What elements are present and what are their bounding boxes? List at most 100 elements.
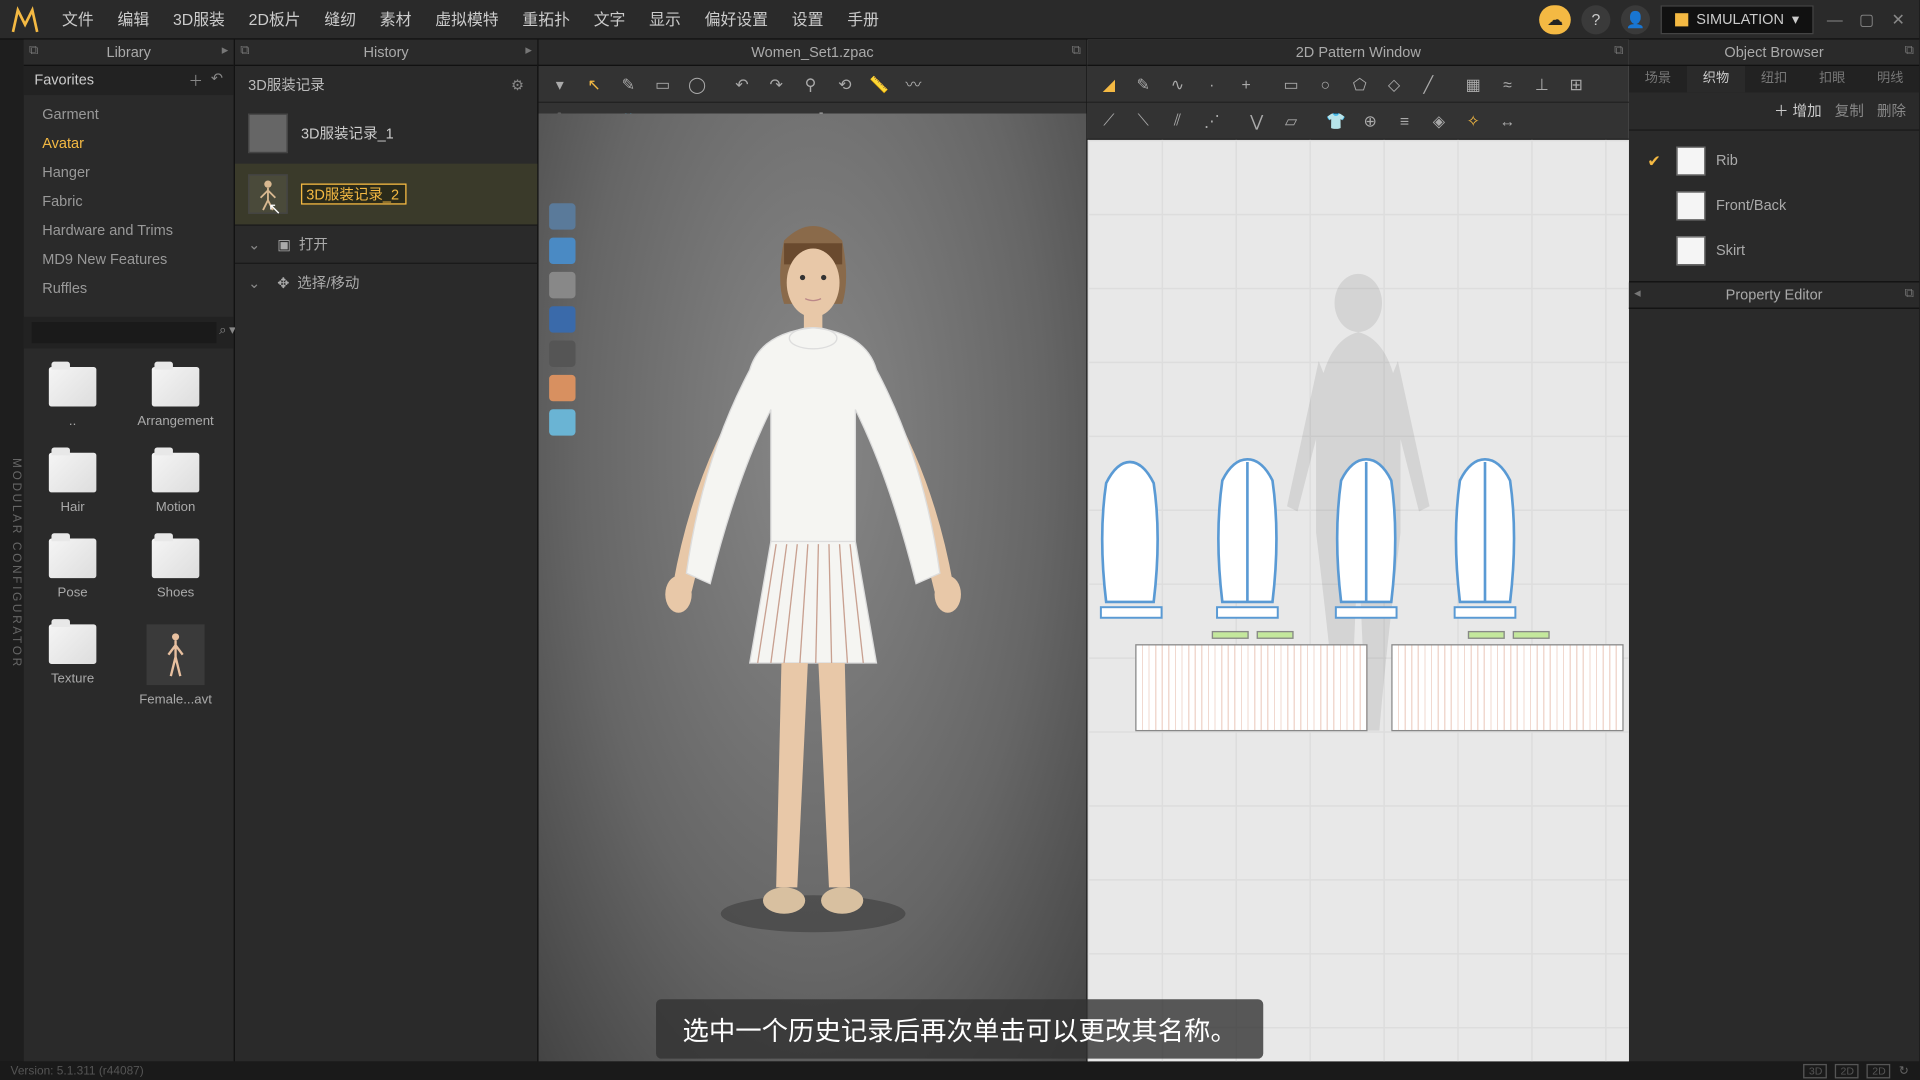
tool-2d-grading-icon[interactable]: ◈ <box>1423 105 1455 137</box>
dropdown-icon[interactable]: ▸ <box>222 44 229 59</box>
menu-material[interactable]: 素材 <box>368 0 423 39</box>
simulation-button[interactable]: SIMULATION ▾ <box>1661 5 1814 34</box>
add-favorite-icon[interactable]: ＋ <box>188 70 203 91</box>
tool-2d-fold-icon[interactable]: ⋁ <box>1241 105 1273 137</box>
tool-2d-free-sew-icon[interactable]: ⟍ <box>1127 105 1159 137</box>
history-rename-input[interactable] <box>301 183 407 204</box>
menu-file[interactable]: 文件 <box>50 0 105 39</box>
tool-2d-edit-icon[interactable]: ✎ <box>1127 68 1159 100</box>
tool-select-icon[interactable]: ↖ <box>578 68 610 100</box>
popout-icon[interactable]: ⧉ <box>1614 44 1623 59</box>
history-item-1[interactable]: 3D服装记录_1 <box>235 103 537 164</box>
menu-edit[interactable]: 编辑 <box>106 0 161 39</box>
tool-2d-seam-icon[interactable]: ≈ <box>1492 68 1524 100</box>
category-fabric[interactable]: Fabric <box>24 187 234 216</box>
delete-fabric-button[interactable]: 删除 <box>1877 100 1906 121</box>
menu-retopo[interactable]: 重拓扑 <box>511 0 582 39</box>
tool-2d-grid-icon[interactable]: ⊞ <box>1560 68 1592 100</box>
tool-2d-dart-icon[interactable]: ◇ <box>1378 68 1410 100</box>
pattern-canvas[interactable] <box>1088 140 1629 1061</box>
tab-buttonhole[interactable]: 扣眼 <box>1803 66 1861 92</box>
menu-3d-garment[interactable]: 3D服装 <box>161 0 237 39</box>
menu-display[interactable]: 显示 <box>637 0 692 39</box>
history-item-2[interactable]: ↖ <box>235 164 537 225</box>
window-maximize[interactable]: ▢ <box>1856 9 1877 30</box>
tool-2d-sew-icon[interactable]: ⟋ <box>1093 105 1125 137</box>
window-minimize[interactable]: — <box>1824 9 1845 30</box>
tool-2d-iron-icon[interactable]: ▱ <box>1275 105 1307 137</box>
tool-2d-seg-sew-icon[interactable]: ⫽ <box>1162 105 1194 137</box>
tab-topstitch[interactable]: 明线 <box>1861 66 1919 92</box>
tool-2d-piping-icon[interactable]: ≡ <box>1389 105 1421 137</box>
tool-2d-line-icon[interactable]: ╱ <box>1412 68 1444 100</box>
tool-redo-icon[interactable]: ↷ <box>760 68 792 100</box>
thumb-motion[interactable]: Motion <box>140 453 211 515</box>
menu-manual[interactable]: 手册 <box>835 0 890 39</box>
menu-preferences[interactable]: 偏好设置 <box>693 0 780 39</box>
tool-box-icon[interactable]: ▭ <box>647 68 679 100</box>
fabric-item-rib[interactable]: ✔ Rib <box>1629 139 1919 184</box>
menu-2d-pattern[interactable]: 2D板片 <box>237 0 313 39</box>
layout-split-button[interactable]: 2D <box>1867 1063 1891 1078</box>
fabric-item-frontback[interactable]: Front/Back <box>1629 183 1919 228</box>
tool-lasso-icon[interactable]: ◯ <box>681 68 713 100</box>
tab-fabric[interactable]: 织物 <box>1687 66 1745 92</box>
thumb-hair[interactable]: Hair <box>37 453 108 515</box>
back-icon[interactable]: ↶ <box>211 70 223 91</box>
tool-undo-icon[interactable]: ↶ <box>726 68 758 100</box>
viewport-3d[interactable] <box>539 114 1087 1062</box>
add-fabric-button[interactable]: ＋ 增加 <box>1774 100 1822 121</box>
refresh-layout-icon[interactable]: ↻ <box>1899 1063 1909 1078</box>
tool-2d-notch-icon[interactable]: ⊥ <box>1526 68 1558 100</box>
thumb-female-avatar[interactable]: Female...avt <box>140 624 211 707</box>
tool-wind-icon[interactable]: 〰 <box>898 68 930 100</box>
popout-icon[interactable]: ⧉ <box>1905 44 1914 59</box>
menu-sewing[interactable]: 缝纫 <box>312 0 367 39</box>
history-section-open[interactable]: ⌄ ▣ 打开 <box>235 224 537 262</box>
tool-measure-icon[interactable]: 📏 <box>863 68 895 100</box>
popout-icon[interactable]: ⧉ <box>1905 286 1914 301</box>
tool-rotate-icon[interactable]: ⟲ <box>829 68 861 100</box>
library-search-input[interactable] <box>32 322 217 343</box>
shading-mesh-icon[interactable] <box>549 272 575 298</box>
category-hanger[interactable]: Hanger <box>24 158 234 187</box>
menu-avatar[interactable]: 虚拟模特 <box>423 0 510 39</box>
tool-2d-select-icon[interactable]: ◢ <box>1093 68 1125 100</box>
tool-2d-symmetry-icon[interactable]: ✧ <box>1457 105 1489 137</box>
tool-2d-trace-icon[interactable]: ▦ <box>1457 68 1489 100</box>
collapse-icon[interactable]: ◂ <box>1634 286 1641 301</box>
shading-trans-icon[interactable] <box>549 341 575 367</box>
thumb-pose[interactable]: Pose <box>37 539 108 601</box>
tool-2d-add-icon[interactable]: + <box>1230 68 1262 100</box>
menu-settings[interactable]: 设置 <box>780 0 835 39</box>
category-hardware[interactable]: Hardware and Trims <box>24 216 234 245</box>
tool-2d-curve-icon[interactable]: ∿ <box>1162 68 1194 100</box>
help-button[interactable]: ? <box>1581 5 1610 34</box>
shading-solid-icon[interactable] <box>549 203 575 229</box>
popout-icon[interactable]: ⧉ <box>1072 44 1081 59</box>
tool-2d-bind-icon[interactable]: ⊕ <box>1354 105 1386 137</box>
tool-sim-icon[interactable]: ▾ <box>544 68 576 100</box>
category-md9[interactable]: MD9 New Features <box>24 246 234 275</box>
window-close[interactable]: ✕ <box>1888 9 1909 30</box>
thumb-up[interactable]: .. <box>37 367 108 429</box>
thumb-shoes[interactable]: Shoes <box>140 539 211 601</box>
check-icon[interactable]: ✔ <box>1647 152 1665 170</box>
shading-stress-icon[interactable] <box>549 375 575 401</box>
tool-2d-rect-icon[interactable]: ▭ <box>1275 68 1307 100</box>
tool-2d-garment-icon[interactable]: 👕 <box>1320 105 1352 137</box>
tab-scene[interactable]: 场景 <box>1629 66 1687 92</box>
popout-icon[interactable]: ⧉ <box>240 44 249 59</box>
history-section-select[interactable]: ⌄ ✥ 选择/移动 <box>235 263 537 301</box>
layout-3d-button[interactable]: 3D <box>1804 1063 1828 1078</box>
modular-configurator-rail[interactable]: MODULAR CONFIGURATOR <box>0 40 24 1062</box>
category-ruffles[interactable]: Ruffles <box>24 275 234 304</box>
thumb-arrangement[interactable]: Arrangement <box>140 367 211 429</box>
category-garment[interactable]: Garment <box>24 100 234 129</box>
tool-2d-circle-icon[interactable]: ○ <box>1309 68 1341 100</box>
dropdown-icon[interactable]: ▸ <box>525 44 532 59</box>
tool-2d-point-icon[interactable]: · <box>1196 68 1228 100</box>
sync-button[interactable]: ☁ <box>1539 5 1571 34</box>
tool-2d-edit-sew-icon[interactable]: ⋰ <box>1196 105 1228 137</box>
tool-2d-poly-icon[interactable]: ⬠ <box>1344 68 1376 100</box>
